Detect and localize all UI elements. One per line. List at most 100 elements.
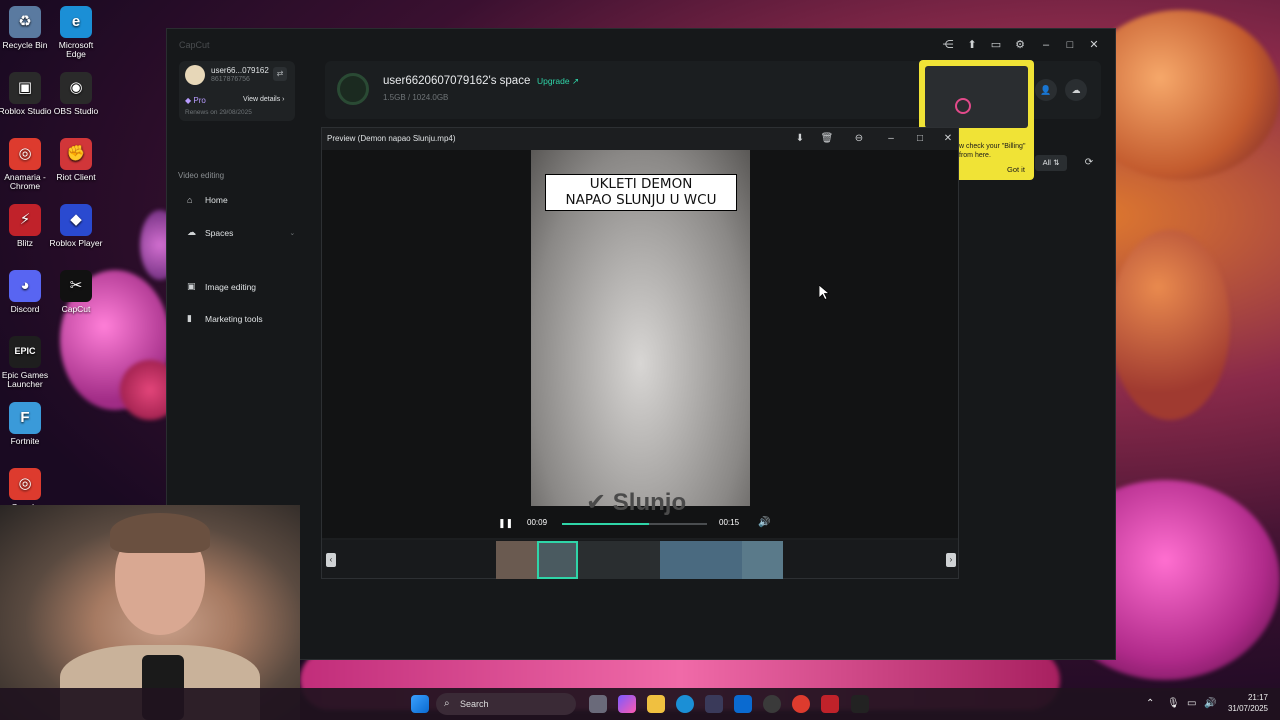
user-card[interactable]: user66...079162 8617876756 ⇄ ◆ Pro View … xyxy=(179,61,295,121)
pro-label: Pro xyxy=(193,96,206,105)
task-view-icon[interactable] xyxy=(589,695,607,713)
cloud-upload-icon[interactable]: ☁ xyxy=(1065,79,1087,101)
filmstrip-thumbnail[interactable] xyxy=(537,541,578,579)
filmstrip-thumbnail[interactable] xyxy=(496,541,537,579)
pro-badge: ◆ Pro xyxy=(185,96,206,105)
desktop-icon-label: Anamaria - Chrome xyxy=(4,172,46,192)
desktop-icon[interactable]: ◆ Roblox Player xyxy=(48,204,104,248)
sidebar-item-marketing-tools[interactable]: ▮ Marketing tools xyxy=(187,313,263,324)
chrome-icon[interactable] xyxy=(792,695,810,713)
desktop-icon[interactable]: ◉ OBS Studio xyxy=(48,72,104,116)
chevron-down-icon[interactable]: ⌄ xyxy=(289,229,295,237)
highlight-ring-icon xyxy=(955,98,971,114)
minimize-icon[interactable]: – xyxy=(1039,38,1053,52)
avatar[interactable] xyxy=(185,65,205,85)
start-icon[interactable] xyxy=(411,695,429,713)
space-logo xyxy=(337,73,369,105)
sidebar-item-home[interactable]: ⌂ Home xyxy=(187,195,228,205)
close-icon[interactable]: ✕ xyxy=(941,132,955,146)
filmstrip-thumbnail[interactable] xyxy=(619,541,660,579)
search-icon: ⌕ xyxy=(444,698,450,709)
app-icon: ◆ xyxy=(60,204,92,236)
app-icon: e xyxy=(60,6,92,38)
blitz-icon[interactable] xyxy=(821,695,839,713)
app-icon: ▣ xyxy=(9,72,41,104)
file-explorer-icon[interactable] xyxy=(647,695,665,713)
sidebar-item-image-editing[interactable]: ▣ Image editing xyxy=(187,281,256,292)
video-frame[interactable]: UKLETI DEMON NAPAO SLUNJU U WCU ✔ Slunjo xyxy=(531,150,750,516)
feedback-icon[interactable]: ▭ xyxy=(989,38,1003,52)
download-icon[interactable]: ⬇ xyxy=(793,132,807,146)
refresh-icon[interactable]: ⟳ xyxy=(1081,155,1097,171)
player-controls: ❚❚ 00:09 00:15 🔊 xyxy=(322,510,958,538)
desktop-icon[interactable]: EPIC Epic Games Launcher xyxy=(0,336,53,390)
taskbar: ⌕ Search ⌃ 🎙 ▭ 🔊 21:17 31/07/2025 xyxy=(0,688,1280,720)
desktop-icon[interactable]: F Fortnite xyxy=(0,402,53,446)
video-player[interactable]: UKLETI DEMON NAPAO SLUNJU U WCU ✔ Slunjo… xyxy=(322,150,958,538)
capcut-icon[interactable] xyxy=(851,695,869,713)
desktop-icon[interactable]: ✂ CapCut xyxy=(48,270,104,314)
outlook-icon[interactable] xyxy=(734,695,752,713)
strip-left-arrow-icon[interactable]: ‹ xyxy=(326,553,336,567)
desktop-icon[interactable]: ⚡ Blitz xyxy=(0,204,53,248)
volume-icon[interactable]: 🔊 xyxy=(758,517,770,528)
tooltip-text: w check your "Billing" from here. xyxy=(959,143,1026,160)
pause-icon[interactable]: ❚❚ xyxy=(498,518,513,529)
desktop-icon[interactable]: e Microsoft Edge xyxy=(48,6,104,60)
strip-right-arrow-icon[interactable]: › xyxy=(946,553,956,567)
zoom-out-icon[interactable]: ⊖ xyxy=(852,132,866,146)
desktop-icon[interactable]: ♻ Recycle Bin xyxy=(0,6,53,50)
trash-icon[interactable]: 🗑 xyxy=(820,132,834,146)
microphone-icon[interactable]: 🎙 xyxy=(1167,698,1180,709)
desktop-icon[interactable]: ◕ Discord xyxy=(0,270,53,314)
upload-icon[interactable]: ⬆ xyxy=(965,38,979,52)
space-title: user6620607079162's space xyxy=(383,75,531,87)
network-icon[interactable]: ▭ xyxy=(1187,698,1196,709)
search-input[interactable]: ⌕ Search xyxy=(436,693,576,715)
close-icon[interactable]: ✕ xyxy=(1087,38,1101,52)
clock[interactable]: 21:17 31/07/2025 xyxy=(1226,693,1268,715)
sidebar-item-spaces[interactable]: ☁ Spaces ⌄ xyxy=(187,227,295,238)
store-icon[interactable] xyxy=(705,695,723,713)
desktop-icon-label: Blitz xyxy=(16,238,34,248)
desktop-icon-label: Discord xyxy=(10,304,40,314)
user-id: 8617876756 xyxy=(211,76,250,83)
maximize-icon[interactable]: □ xyxy=(1063,38,1077,52)
filmstrip-thumbnail[interactable] xyxy=(660,541,701,579)
desktop-icon-label: Microsoft Edge xyxy=(58,40,94,60)
app-icon: ◕ xyxy=(9,270,41,302)
sidebar-item-label: Marketing tools xyxy=(205,313,263,324)
filter-dropdown[interactable]: All ⇅ xyxy=(1035,155,1067,171)
app-icon: F xyxy=(9,402,41,434)
wallpaper-shape xyxy=(1110,230,1230,420)
sidebar-item-label: Spaces xyxy=(205,227,234,238)
obs-icon[interactable] xyxy=(763,695,781,713)
sidebar-item-label: Image editing xyxy=(205,281,257,292)
seek-bar[interactable] xyxy=(562,523,707,525)
chevron-up-icon[interactable]: ⌃ xyxy=(1146,698,1154,709)
desktop-icon[interactable]: ✊ Riot Client xyxy=(48,138,104,182)
share-icon[interactable]: ⋲ xyxy=(941,38,955,52)
volume-icon[interactable]: 🔊 xyxy=(1204,698,1216,709)
filmstrip-thumbnail[interactable] xyxy=(701,541,742,579)
add-member-icon[interactable]: 👤 xyxy=(1035,79,1057,101)
edge-icon[interactable] xyxy=(676,695,694,713)
webcam-person-hair xyxy=(110,513,210,553)
copilot-icon[interactable] xyxy=(618,695,636,713)
image-icon: ▣ xyxy=(187,281,196,291)
seek-bar-progress xyxy=(562,523,649,525)
minimize-icon[interactable]: – xyxy=(884,132,898,146)
got-it-button[interactable]: Got it xyxy=(1007,165,1025,174)
desktop-icon[interactable]: ◎ Anamaria - Chrome xyxy=(0,138,53,192)
desktop-icon-label: Roblox Player xyxy=(49,238,103,248)
filmstrip-thumbnail[interactable] xyxy=(578,541,619,579)
switch-account-icon[interactable]: ⇄ xyxy=(273,67,287,81)
desktop-icon[interactable]: ▣ Roblox Studio xyxy=(0,72,53,116)
title-bar: CapCut ⋲ ⬆ ▭ ⚙ – □ ✕ xyxy=(167,29,1115,61)
upgrade-link[interactable]: Upgrade ↗ xyxy=(537,76,579,87)
caption-line: UKLETI DEMON xyxy=(589,176,693,192)
filmstrip-thumbnail[interactable] xyxy=(742,541,783,579)
view-details-link[interactable]: View details › xyxy=(243,96,285,103)
settings-icon[interactable]: ⚙ xyxy=(1013,38,1027,52)
maximize-icon[interactable]: □ xyxy=(913,132,927,146)
